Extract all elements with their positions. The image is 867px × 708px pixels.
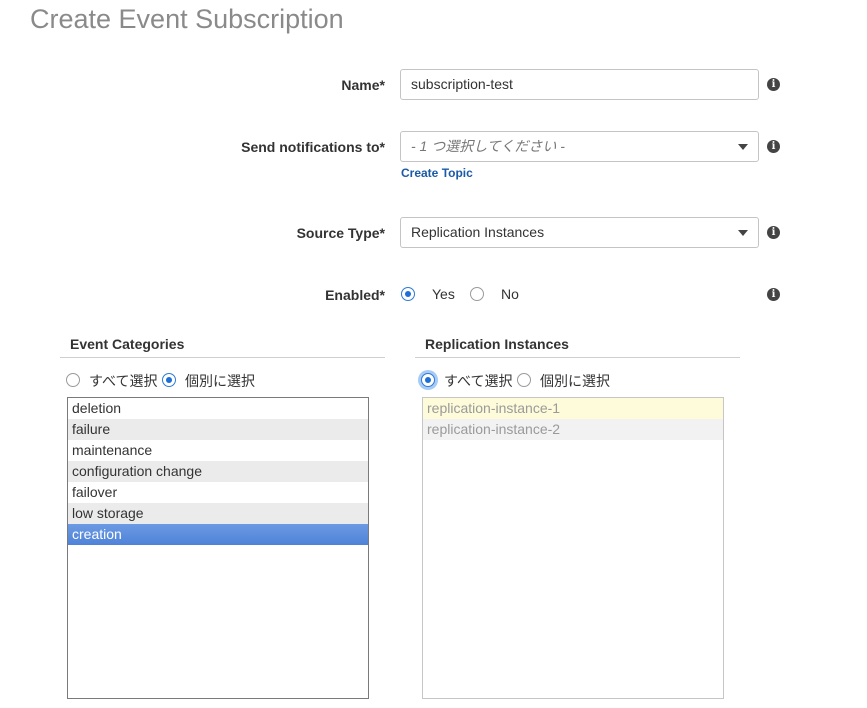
replication-instances-heading: Replication Instances <box>425 336 569 352</box>
section-divider <box>415 357 740 358</box>
enabled-label: Enabled* <box>325 287 385 303</box>
list-item[interactable]: low storage <box>68 503 368 524</box>
event-categories-listbox[interactable]: deletion failure maintenance configurati… <box>67 397 369 699</box>
section-divider <box>60 357 385 358</box>
list-item[interactable]: configuration change <box>68 461 368 482</box>
info-icon[interactable]: i <box>767 140 780 153</box>
enabled-yes-label: Yes <box>432 286 455 302</box>
event-categories-heading: Event Categories <box>70 336 185 352</box>
create-topic-link[interactable]: Create Topic <box>401 166 473 180</box>
list-item: replication-instance-2 <box>423 419 723 440</box>
enabled-no-label: No <box>501 286 519 302</box>
replication-instances-select-individual-label: 個別に選択 <box>540 373 610 389</box>
replication-instances-select-all-radio[interactable] <box>421 373 435 387</box>
source-type-select[interactable]: Replication Instances <box>400 217 759 248</box>
event-categories-select-individual-label: 個別に選択 <box>185 373 255 389</box>
send-notifications-label: Send notifications to* <box>241 139 385 155</box>
name-label: Name* <box>341 77 385 93</box>
replication-instances-select-individual-radio[interactable] <box>517 373 531 387</box>
page-title: Create Event Subscription <box>30 4 344 34</box>
chevron-down-icon <box>738 144 748 150</box>
list-item[interactable]: maintenance <box>68 440 368 461</box>
enabled-yes-radio[interactable] <box>401 287 415 301</box>
replication-instances-listbox: replication-instance-1 replication-insta… <box>422 397 724 699</box>
list-item[interactable]: failover <box>68 482 368 503</box>
source-type-label: Source Type* <box>296 225 385 241</box>
chevron-down-icon <box>738 230 748 236</box>
send-notifications-select[interactable]: - 1 つ選択してください - <box>400 131 759 162</box>
info-icon[interactable]: i <box>767 78 780 91</box>
list-item: replication-instance-1 <box>423 398 723 419</box>
list-item-selected[interactable]: creation <box>68 524 368 545</box>
list-item[interactable]: deletion <box>68 398 368 419</box>
source-type-value: Replication Instances <box>411 224 545 240</box>
list-item[interactable]: failure <box>68 419 368 440</box>
enabled-no-radio[interactable] <box>470 287 484 301</box>
name-input[interactable]: subscription-test <box>400 69 759 100</box>
info-icon[interactable]: i <box>767 288 780 301</box>
info-icon[interactable]: i <box>767 226 780 239</box>
replication-instances-select-all-label: すべて選択 <box>444 373 513 389</box>
event-categories-select-all-radio[interactable] <box>66 373 80 387</box>
send-notifications-placeholder: - 1 つ選択してください - <box>411 138 565 154</box>
event-categories-select-all-label: すべて選択 <box>89 373 158 389</box>
event-categories-select-individual-radio[interactable] <box>162 373 176 387</box>
